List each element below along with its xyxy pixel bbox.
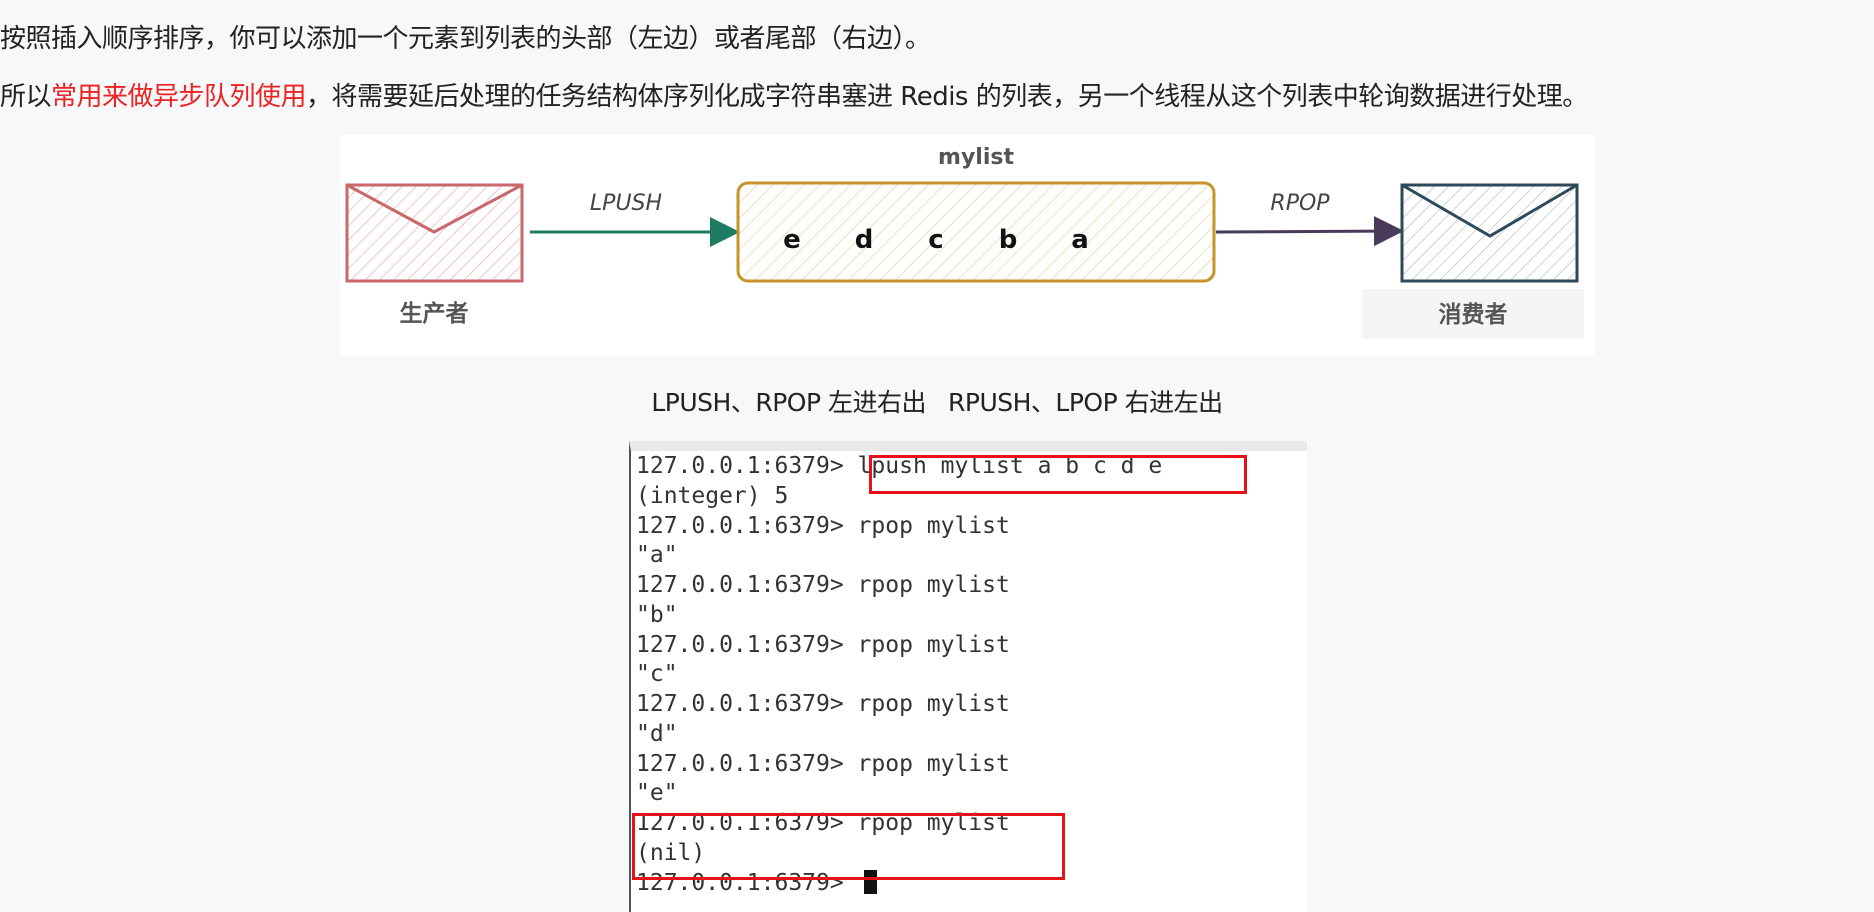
paragraph-suffix: ，将需要延后处理的任务结构体序列化成字符串塞进 Redis 的列表，另一个线程从… [306, 82, 1588, 112]
terminal-line: 127.0.0.1:6379> rpop mylist [636, 572, 1010, 598]
diagram-caption: LPUSH、RPOP 左进右出 RPUSH、LPOP 右进左出 [0, 383, 1874, 423]
queue-diagram: 生产者 LPUSH mylist e d c b a RPOP 消费者 [340, 135, 1595, 357]
consumer-envelope-icon [1400, 183, 1579, 283]
paragraph-async-queue: 所以常用来做异步队列使用，将需要延后处理的任务结构体序列化成字符串塞进 Redi… [0, 77, 1588, 117]
terminal-line: (integer) 5 [636, 483, 789, 509]
highlighted-phrase: 常用来做异步队列使用 [51, 82, 307, 112]
redis-terminal: 127.0.0.1:6379> lpush mylist a b c d e (… [629, 441, 1307, 912]
producer-envelope-icon [345, 183, 524, 283]
terminal-line: 127.0.0.1:6379> rpop mylist [636, 632, 1010, 658]
caption-left: LPUSH、RPOP 左进右出 [651, 388, 926, 417]
pop-label: RPOP [1270, 191, 1330, 216]
push-label: LPUSH [590, 191, 662, 216]
pop-arrow [1215, 216, 1404, 247]
terminal-line: 127.0.0.1:6379> rpop mylist [636, 751, 1010, 777]
list-element: b [999, 225, 1018, 255]
terminal-line: "c" [636, 661, 678, 687]
terminal-line: 127.0.0.1:6379> rpop mylist [636, 513, 1010, 539]
terminal-line: "a" [636, 542, 678, 568]
terminal-line: "b" [636, 602, 678, 628]
terminal-line: "d" [636, 721, 678, 747]
nil-highlight-box [632, 813, 1065, 880]
producer-label: 生产者 [400, 300, 469, 327]
list-element: c [928, 225, 943, 255]
list-name: mylist [938, 145, 1014, 170]
list-box [736, 181, 1216, 283]
list-element: d [855, 225, 874, 255]
paragraph-list-order: 按照插入顺序排序，你可以添加一个元素到列表的头部（左边）或者尾部（右边）。 [0, 24, 931, 54]
consumer-label: 消费者 [1439, 302, 1508, 328]
terminal-line: 127.0.0.1:6379> rpop mylist [636, 691, 1010, 717]
terminal-line: "e" [636, 780, 678, 806]
caption-right: RPUSH、LPOP 右进左出 [948, 388, 1223, 417]
paragraph-prefix: 所以 [0, 82, 52, 112]
list-element: a [1071, 225, 1089, 255]
list-element: e [783, 225, 801, 255]
lpush-highlight-box [869, 455, 1247, 494]
